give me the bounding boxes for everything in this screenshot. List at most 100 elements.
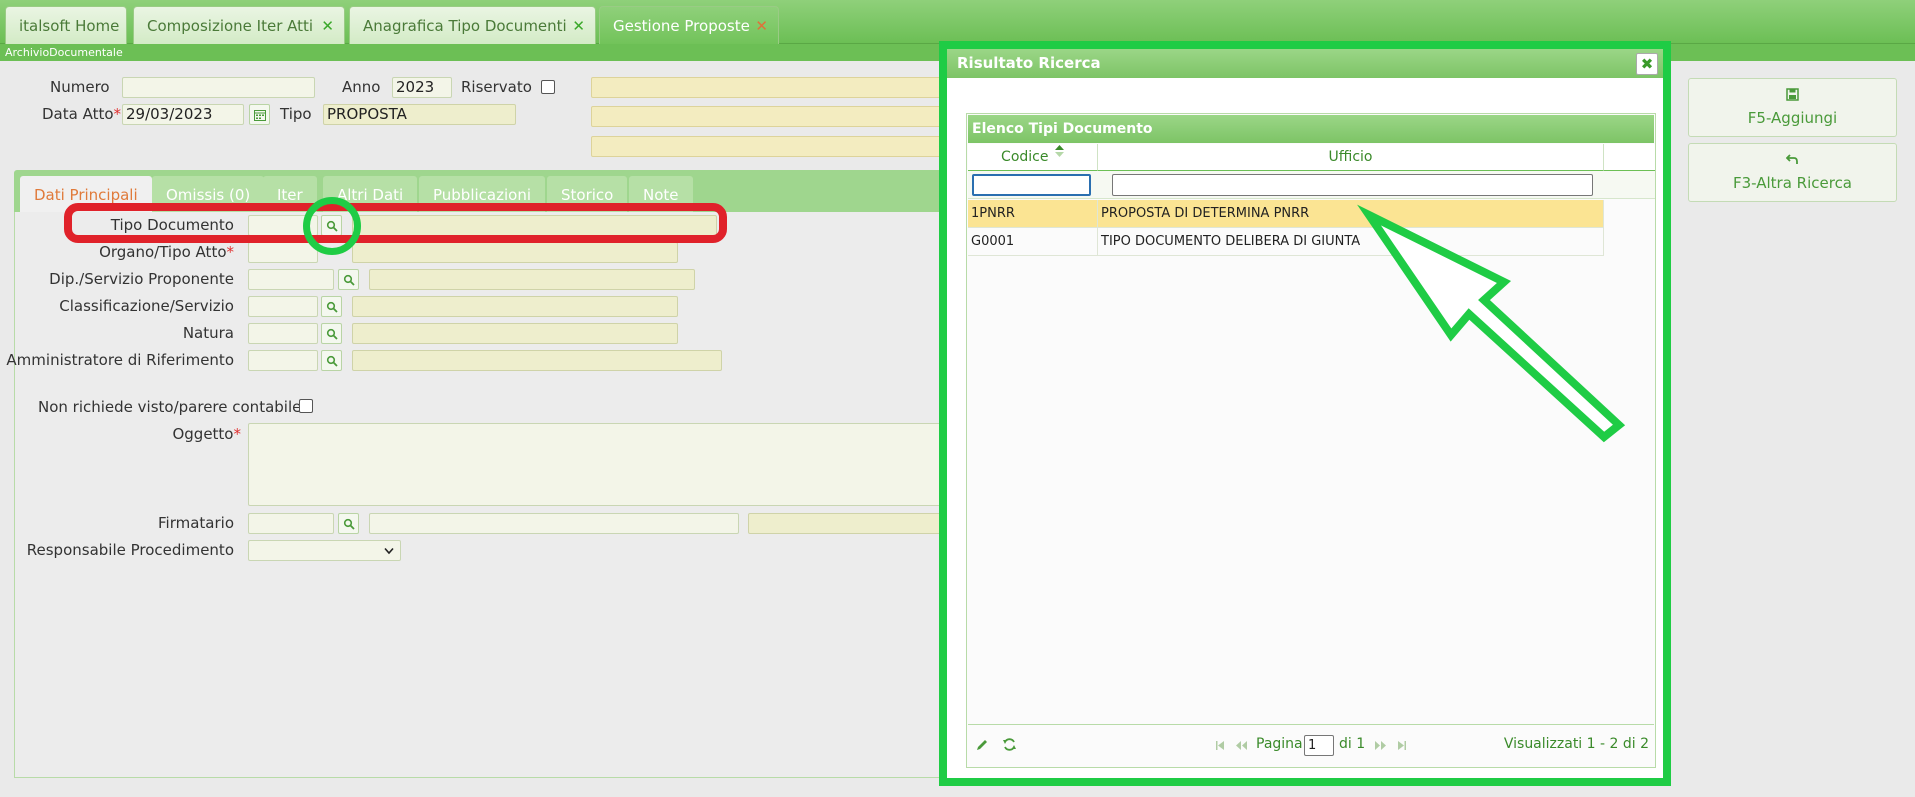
amministratore-desc [352,350,722,371]
grid-pager: Pagina 1 di 1 Visualizzati 1 - 2 di 2 [968,724,1654,764]
classificazione-code[interactable] [248,296,318,317]
data-atto-input[interactable]: 29/03/2023 [122,104,244,125]
tipi-documento-grid: Elenco Tipi Documento Codice Ufficio 1PN… [966,113,1656,768]
classificazione-label: Classificazione/Servizio [59,297,234,315]
ufficio-cell: TIPO DOCUMENTO DELIBERA DI GIUNTA [1098,228,1604,255]
save-icon [1689,88,1896,105]
firmatario-label: Firmatario [158,514,234,532]
riservato-label: Riservato [461,78,532,96]
tab-close-icon[interactable]: ✕ [755,7,768,45]
firmatario-search-button[interactable] [338,513,359,534]
info-field-1 [591,77,951,98]
next-page-icon[interactable] [1374,739,1387,755]
codice-cell: 1PNRR [968,200,1098,227]
numero-input[interactable] [122,77,315,98]
responsabile-select[interactable] [248,540,401,561]
firmatario-desc [748,513,948,534]
data-atto-text: Data Atto [42,105,114,123]
amministratore-code[interactable] [248,350,318,371]
tab-close-icon[interactable]: ✕ [572,7,585,45]
page-of-label: di 1 [1339,736,1366,752]
refresh-icon[interactable] [1002,737,1017,756]
f3-altra-ricerca-button[interactable]: F3-Altra Ricerca [1688,143,1897,202]
organo-tipo-atto-desc [352,242,678,263]
natura-code[interactable] [248,323,318,344]
tab-label: Gestione Proposte [613,17,750,35]
non-richiede-label: Non richiede visto/parere contabile [38,398,302,416]
ufficio-cell: PROPOSTA DI DETERMINA PNRR [1098,200,1604,227]
required-mark: * [226,243,235,261]
required-mark: * [233,425,242,443]
edit-icon[interactable] [975,738,989,756]
tab-anagrafica-tipo-documenti[interactable]: Anagrafica Tipo Documenti ✕ [349,6,596,44]
natura-search-button[interactable] [321,323,342,344]
info-field-2 [591,106,951,127]
natura-desc [352,323,678,344]
tab-composizione-iter-atti[interactable]: Composizione Iter Atti ✕ [133,6,345,44]
tab-label: Composizione Iter Atti [147,17,314,35]
table-row[interactable]: G0001 TIPO DOCUMENTO DELIBERA DI GIUNTA [968,228,1604,256]
codice-cell: G0001 [968,228,1098,255]
first-page-icon[interactable] [1215,739,1226,755]
page-number-input[interactable]: 1 [1304,735,1334,756]
search-icon [343,518,355,530]
f5-aggiungi-button[interactable]: F5-Aggiungi [1688,78,1897,137]
riservato-checkbox[interactable] [541,80,555,94]
records-summary: Visualizzati 1 - 2 di 2 [1503,736,1649,752]
amministratore-search-button[interactable] [321,350,342,371]
numero-label: Numero [50,78,110,96]
modal-title: Risultato Ricerca [947,49,1663,78]
prev-page-icon[interactable] [1235,739,1248,755]
calendar-icon [254,110,266,121]
column-header-codice[interactable]: Codice [968,144,1098,171]
last-page-icon[interactable] [1396,739,1407,755]
classificazione-desc [352,296,678,317]
column-header-spacer [1604,144,1655,171]
dip-servizio-code[interactable] [248,269,334,290]
organo-tipo-atto-code[interactable] [248,242,318,263]
chevron-down-icon [384,547,394,555]
tipo-label: Tipo [280,105,312,123]
organo-tipo-atto-label: Organo/Tipo Atto* [99,243,234,261]
dip-servizio-desc [369,269,695,290]
anno-input[interactable]: 2023 [392,77,452,98]
amministratore-label: Amministratore di Riferimento [6,351,234,369]
undo-icon [1689,153,1896,170]
tipo-input[interactable]: PROPOSTA [323,104,516,125]
tab-label: Anagrafica Tipo Documenti [363,17,567,35]
oggetto-text: Oggetto [172,425,234,443]
dip-servizio-search-button[interactable] [338,269,359,290]
search-icon [326,328,338,340]
responsabile-label: Responsabile Procedimento [26,541,234,559]
page-label: Pagina [1256,736,1303,752]
annotation-green-circle [303,197,361,255]
organo-tipo-atto-text: Organo/Tipo Atto [99,243,227,261]
sort-asc-icon [1054,145,1064,157]
tab-close-icon[interactable]: ✕ [321,7,334,45]
natura-label: Natura [182,324,234,342]
required-mark: * [113,105,122,123]
table-row[interactable]: 1PNRR PROPOSTA DI DETERMINA PNRR [968,200,1604,228]
tab-italsoft-home[interactable]: italsoft Home [5,6,127,44]
f5-aggiungi-label: F5-Aggiungi [1747,109,1838,127]
search-icon [326,355,338,367]
oggetto-textarea[interactable] [248,423,948,506]
dip-servizio-label: Dip./Servizio Proponente [49,270,234,288]
filter-row [968,171,1655,199]
classificazione-search-button[interactable] [321,296,342,317]
codice-filter-input[interactable] [972,174,1091,196]
column-header-label: Codice [1001,149,1049,165]
ufficio-filter-input[interactable] [1112,174,1593,196]
column-header-ufficio[interactable]: Ufficio [1098,144,1604,171]
tab-label: italsoft Home [19,17,120,35]
tab-gestione-proposte[interactable]: Gestione Proposte ✕ [599,6,779,44]
close-icon[interactable]: ✖ [1636,53,1658,75]
grid-title: Elenco Tipi Documento [968,115,1654,143]
f3-altra-ricerca-label: F3-Altra Ricerca [1732,174,1853,192]
oggetto-label: Oggetto* [172,425,241,443]
firmatario-code[interactable] [248,513,334,534]
calendar-button[interactable] [249,104,270,125]
non-richiede-checkbox[interactable] [299,399,313,413]
risultato-ricerca-modal: Risultato Ricerca ✖ Elenco Tipi Document… [939,41,1671,786]
search-icon [326,301,338,313]
